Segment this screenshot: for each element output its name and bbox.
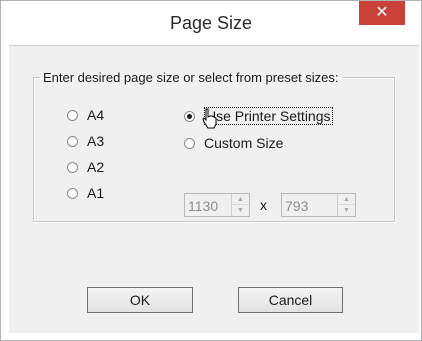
radio-a1-label: A1 (87, 185, 105, 201)
spin-down-icon[interactable]: ▼ (338, 205, 355, 216)
radio-a3[interactable]: A3 (67, 133, 104, 149)
spin-down-icon[interactable]: ▼ (232, 205, 249, 216)
radio-circle-checked (184, 110, 195, 122)
radio-circle (67, 135, 78, 147)
group-legend: Enter desired page size or select from p… (43, 70, 339, 85)
radio-a1[interactable]: A1 (67, 185, 104, 201)
radio-circle (67, 109, 78, 121)
radio-circle (67, 187, 78, 199)
height-value: 793 (285, 198, 309, 214)
width-spinner[interactable]: 1130 ▲ ▼ (184, 193, 250, 217)
cancel-button[interactable]: Cancel (238, 287, 343, 313)
radio-a4-label: A4 (87, 107, 105, 123)
mouse-pointer-icon (202, 108, 217, 129)
radio-custom-size-label: Custom Size (204, 135, 284, 151)
radio-a2-label: A2 (87, 159, 105, 175)
spin-up-icon[interactable]: ▲ (232, 194, 249, 205)
radio-use-printer-settings-label: Use Printer Settings (204, 107, 333, 125)
close-icon: ✕ (375, 4, 389, 21)
radio-a3-label: A3 (87, 133, 105, 149)
spin-up-icon[interactable]: ▲ (338, 194, 355, 205)
width-value: 1130 (188, 198, 219, 214)
radio-a4[interactable]: A4 (67, 107, 104, 123)
ok-button[interactable]: OK (87, 287, 193, 313)
dialog-body: Enter desired page size or select from p… (9, 45, 419, 333)
height-spinner[interactable]: 793 ▲ ▼ (281, 193, 356, 217)
page-size-dialog: Page Size ✕ Enter desired page size or s… (0, 0, 422, 341)
width-spin-buttons[interactable]: ▲ ▼ (231, 194, 249, 216)
radio-a2[interactable]: A2 (67, 159, 104, 175)
times-sign: x (260, 197, 267, 213)
height-spin-buttons[interactable]: ▲ ▼ (337, 194, 355, 216)
title-bar: Page Size ✕ (1, 1, 421, 45)
close-button[interactable]: ✕ (359, 1, 405, 25)
radio-circle (67, 161, 78, 173)
radio-custom-size[interactable]: Custom Size (184, 135, 283, 151)
dialog-title: Page Size (169, 13, 253, 33)
radio-circle (184, 137, 195, 149)
